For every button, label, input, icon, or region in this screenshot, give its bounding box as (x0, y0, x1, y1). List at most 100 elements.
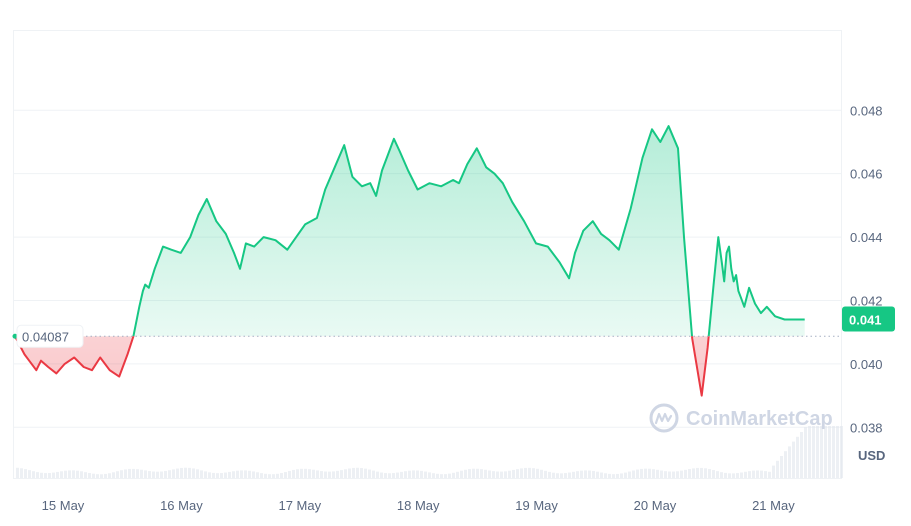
volume-bar (668, 471, 671, 478)
volume-bar (784, 451, 787, 478)
volume-bar (532, 468, 535, 478)
volume-bar (104, 473, 107, 478)
volume-bar (460, 470, 463, 478)
volume-bar (112, 472, 115, 478)
volume-bar (100, 474, 103, 478)
volume-bar (176, 468, 179, 478)
volume-bar (396, 472, 399, 478)
volume-bar (644, 468, 647, 478)
volume-bar (392, 473, 395, 478)
volume-bar (136, 469, 139, 478)
volume-bar (180, 467, 183, 478)
volume-bar (720, 472, 723, 478)
volume-bar (552, 472, 555, 478)
volume-bar (520, 468, 523, 478)
volume-bar (316, 470, 319, 478)
volume-bar (312, 469, 315, 478)
volume-bar (540, 469, 543, 478)
volume-bar (768, 471, 771, 478)
volume-bar (828, 426, 831, 478)
volume-bar (688, 469, 691, 478)
baseline-label-text: 0.04087 (22, 329, 69, 344)
volume-bar (76, 470, 79, 478)
volume-bar (676, 471, 679, 478)
volume-bar (116, 471, 119, 478)
volume-bar (152, 471, 155, 478)
volume-bar (340, 470, 343, 478)
volume-bar (752, 470, 755, 478)
volume-bar (748, 471, 751, 478)
volume-bar (420, 470, 423, 478)
volume-bar (448, 473, 451, 478)
volume-bar (620, 473, 623, 478)
volume-bar (268, 474, 271, 478)
volume-bar (832, 426, 835, 478)
volume-bar (836, 426, 839, 478)
volume-bar (388, 473, 391, 478)
volume-bar (308, 469, 311, 478)
volume-bar (44, 473, 47, 478)
volume-bar (744, 471, 747, 478)
volume-bar (20, 468, 23, 478)
volume-bar (840, 426, 843, 478)
volume-bar (556, 473, 559, 478)
volume-bar (408, 470, 411, 478)
volume-bar (772, 465, 775, 478)
volume-bar (648, 468, 651, 478)
volume-bar (276, 473, 279, 478)
volume-bar (756, 470, 759, 478)
volume-bar (488, 470, 491, 478)
volume-bar (716, 471, 719, 478)
volume-bar (680, 470, 683, 478)
volume-bar (428, 472, 431, 478)
volume-bar (348, 468, 351, 478)
volume-bar (808, 426, 811, 478)
volume-bar (596, 471, 599, 478)
volume-bar (64, 470, 67, 478)
volume-bar (168, 470, 171, 478)
volume-bar (140, 469, 143, 478)
volume-bar (564, 473, 567, 478)
volume-bar (256, 472, 259, 478)
volume-bar (608, 473, 611, 478)
volume-bar (600, 472, 603, 478)
volume-bar (624, 472, 627, 478)
volume-bar (32, 471, 35, 478)
volume-bar (240, 470, 243, 478)
volume-bar (588, 470, 591, 478)
volume-bar (220, 473, 223, 478)
volume-bar (160, 471, 163, 478)
volume-bar (592, 470, 595, 478)
volume-bar (324, 471, 327, 478)
volume-bar (740, 472, 743, 478)
volume-bar (360, 468, 363, 478)
y-tick-label: 0.042 (850, 293, 883, 308)
volume-bars (16, 426, 843, 478)
volume-bar (164, 470, 167, 478)
volume-bar (480, 469, 483, 478)
x-tick-label: 20 May (634, 498, 677, 513)
volume-bar (568, 472, 571, 478)
volume-bar (200, 470, 203, 478)
volume-bar (476, 468, 479, 478)
volume-bar (792, 441, 795, 478)
volume-bar (684, 469, 687, 478)
volume-bar (704, 468, 707, 478)
current-price-tag: 0.041 (842, 306, 895, 332)
volume-bar (244, 470, 247, 478)
volume-bar (696, 467, 699, 478)
volume-bar (464, 469, 467, 478)
volume-bar (536, 468, 539, 478)
volume-bar (156, 471, 159, 478)
baseline-label: 0.04087 (16, 324, 84, 348)
y-tick-label: 0.040 (850, 357, 883, 372)
volume-bar (52, 472, 55, 478)
volume-bar (248, 470, 251, 478)
volume-bar (328, 471, 331, 478)
volume-bar (632, 470, 635, 478)
volume-bar (780, 456, 783, 478)
volume-bar (84, 472, 87, 478)
volume-bar (144, 470, 147, 478)
volume-bar (228, 471, 231, 478)
x-axis: 15 May 16 May 17 May 18 May 19 May 20 May 21 M… (42, 498, 796, 513)
